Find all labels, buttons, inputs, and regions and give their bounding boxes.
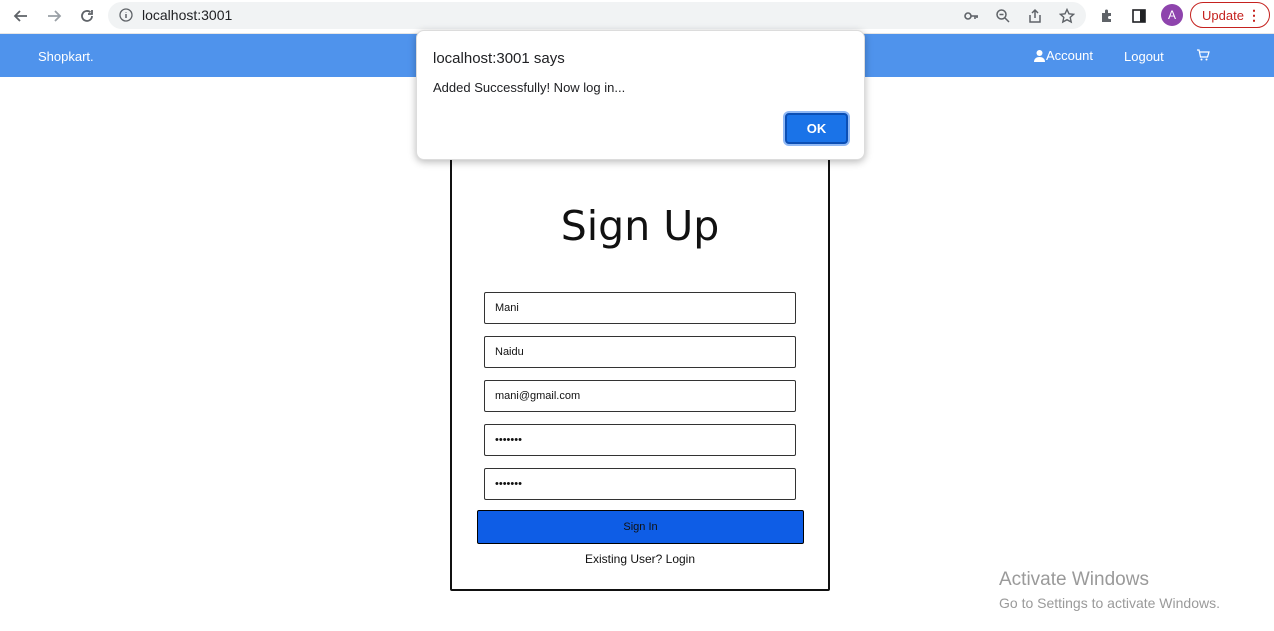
key-icon[interactable] xyxy=(962,7,980,25)
url-text: localhost:3001 xyxy=(142,7,233,23)
user-icon xyxy=(1034,50,1045,62)
reload-icon[interactable] xyxy=(76,5,98,27)
update-button[interactable]: Update ⋮ xyxy=(1190,2,1270,28)
address-bar[interactable]: localhost:3001 xyxy=(108,2,1086,29)
browser-toolbar: localhost:3001 A Update ⋮ xyxy=(0,0,1274,34)
signup-title: Sign Up xyxy=(560,202,720,250)
update-label: Update xyxy=(1202,7,1244,23)
brand-logo[interactable]: Shopkart. xyxy=(38,49,94,64)
forward-icon[interactable] xyxy=(43,5,65,27)
account-label: Account xyxy=(1046,48,1093,63)
email-input[interactable] xyxy=(484,380,796,412)
dialog-message: Added Successfully! Now log in... xyxy=(433,80,626,95)
watermark-title: Activate Windows xyxy=(999,569,1149,590)
activate-windows-watermark: Activate Windows Go to Settings to activ… xyxy=(999,569,1220,611)
alert-dialog: localhost:3001 says Added Successfully! … xyxy=(416,30,865,160)
zoom-icon[interactable] xyxy=(994,7,1012,25)
signup-card: Sign Up Sign In Existing User? Login xyxy=(450,120,830,591)
first-name-input[interactable] xyxy=(484,292,796,324)
profile-avatar[interactable]: A xyxy=(1161,4,1183,26)
logout-link[interactable]: Logout xyxy=(1124,49,1164,64)
back-icon[interactable] xyxy=(10,5,32,27)
dialog-ok-button[interactable]: OK xyxy=(785,113,848,144)
menu-dots-icon: ⋮ xyxy=(1247,7,1261,23)
share-icon[interactable] xyxy=(1026,7,1044,25)
watermark-subtitle: Go to Settings to activate Windows. xyxy=(999,595,1220,611)
dialog-title: localhost:3001 says xyxy=(433,50,565,67)
extensions-icon[interactable] xyxy=(1096,5,1118,27)
site-info-icon[interactable] xyxy=(119,8,133,22)
cart-icon[interactable] xyxy=(1196,48,1210,62)
bookmark-star-icon[interactable] xyxy=(1058,7,1076,25)
last-name-input[interactable] xyxy=(484,336,796,368)
side-panel-icon[interactable] xyxy=(1128,5,1150,27)
sign-in-button[interactable]: Sign In xyxy=(477,510,804,544)
account-link[interactable]: Account xyxy=(1033,48,1093,63)
password-input[interactable] xyxy=(484,424,796,456)
confirm-password-input[interactable] xyxy=(484,468,796,500)
existing-user-login-link[interactable]: Existing User? Login xyxy=(452,552,828,566)
